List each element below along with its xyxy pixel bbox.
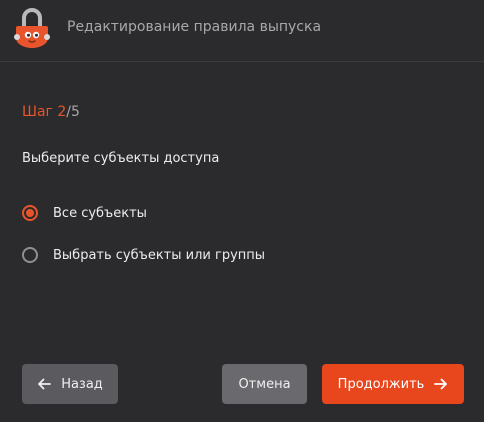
cancel-button-label: Отмена xyxy=(238,376,291,392)
arrow-right-icon xyxy=(434,378,448,390)
back-button-label: Назад xyxy=(61,376,103,392)
cancel-button[interactable]: Отмена xyxy=(222,364,307,404)
lock-mascot-logo-icon xyxy=(14,8,50,48)
step-current: Шаг 2 xyxy=(22,104,67,120)
step-indicator: Шаг 2/5 xyxy=(22,104,80,120)
question-heading: Выберите субъекты доступа xyxy=(22,151,220,166)
continue-button-label: Продолжить xyxy=(337,376,425,392)
back-button[interactable]: Назад xyxy=(22,364,118,404)
dialog-title: Редактирование правила выпуска xyxy=(67,19,322,35)
radio-unchecked-icon[interactable] xyxy=(22,247,38,263)
continue-button[interactable]: Продолжить xyxy=(322,364,464,404)
radio-checked-icon[interactable] xyxy=(22,205,38,221)
radio-option-select-subjects[interactable]: Выбрать субъекты или группы xyxy=(22,245,265,265)
arrow-left-icon xyxy=(38,378,52,390)
dialog-header: Редактирование правила выпуска xyxy=(0,0,484,62)
radio-option-all-subjects[interactable]: Все субъекты xyxy=(22,203,147,223)
radio-label: Выбрать субъекты или группы xyxy=(53,247,266,263)
step-total: 5 xyxy=(70,104,80,120)
radio-label: Все субъекты xyxy=(53,205,147,221)
